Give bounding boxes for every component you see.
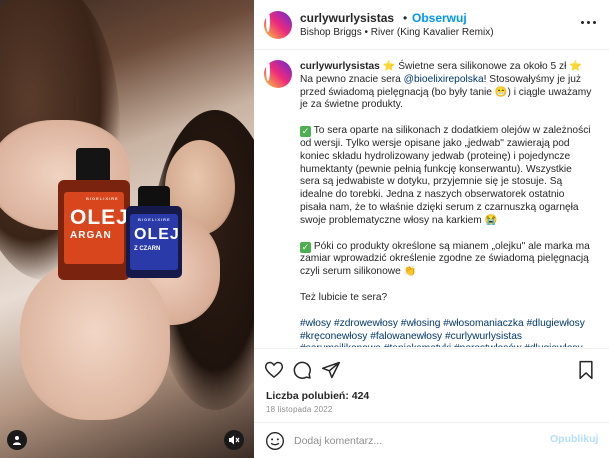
bottle-brand: BIOELIXIRE (138, 217, 171, 222)
check-mark-icon: ✓ (300, 241, 311, 253)
caption-text: Póki co produkty określone są mianem „ol… (300, 240, 590, 278)
post-sidebar: curlywurlysistas • Obserwuj Bishop Brigg… (254, 0, 609, 458)
media-hand (20, 260, 170, 420)
likes-count[interactable]: Liczba polubień: 424 (266, 390, 369, 402)
comment-composer: Opublikuj (254, 422, 609, 457)
separator-dot: • (403, 11, 408, 25)
caption-paragraph: curlywurlysistas ⭐ Świetne sera silikono… (300, 61, 592, 112)
bottle-sub: Z CZARN (134, 246, 161, 252)
caption-paragraph: #włosy #zdrowewłosy #włosing #włosomania… (300, 318, 592, 347)
caption-mention-link[interactable]: @bioelixirepolska (404, 74, 484, 85)
audio-track-link[interactable]: Bishop Briggs • River (King Kavalier Rem… (300, 27, 494, 38)
caption-username[interactable]: curlywurlysistas (300, 61, 380, 72)
post-date[interactable]: 18 listopada 2022 (266, 405, 333, 414)
post-actions: Liczba polubień: 424 18 listopada 2022 O… (254, 348, 609, 456)
emoji-icon[interactable] (264, 430, 286, 452)
share-icon[interactable] (320, 359, 342, 381)
bottle-label: BIOELIXIRE OLEJ Z CZARN (130, 214, 180, 270)
product-bottle-blue: BIOELIXIRE OLEJ Z CZARN (126, 186, 182, 278)
publish-button[interactable]: Opublikuj (550, 433, 598, 445)
bottle-word: OLEJ (134, 226, 180, 243)
caption-text: To sera oparte na silikonach z dodatkiem… (300, 125, 591, 226)
comment-input[interactable] (294, 432, 544, 449)
caption-paragraph: ✓ To sera oparte na silikonach z dodatki… (300, 125, 592, 227)
caption-text: Też lubicie te sera? (300, 291, 388, 303)
heart-icon[interactable] (263, 359, 285, 381)
bottle-cap (76, 148, 110, 184)
bottle-sub: ARGAN (70, 230, 112, 241)
check-mark-icon: ✓ (300, 126, 311, 138)
author-username[interactable]: curlywurlysistas (300, 11, 394, 25)
bottle-word: OLEJ (70, 206, 129, 229)
bottle-brand: BIOELIXIRE (86, 196, 119, 201)
more-options-icon[interactable] (576, 14, 600, 30)
avatar[interactable] (264, 60, 292, 88)
post-caption: curlywurlysistas ⭐ Świetne sera silikono… (300, 61, 592, 347)
audio-muted-icon[interactable] (224, 430, 244, 450)
bottle-label: BIOELIXIRE OLEJ ARGAN (64, 192, 128, 264)
follow-button[interactable]: Obserwuj (412, 11, 467, 25)
caption-paragraph: Też lubicie te sera? (300, 292, 592, 305)
bookmark-icon[interactable] (575, 359, 597, 381)
caption-paragraph: ✓ Póki co produkty określone są mianem „… (300, 241, 592, 279)
comment-icon[interactable] (291, 359, 313, 381)
post-media[interactable]: BIOELIXIRE OLEJ ARGAN BIOELIXIRE OLEJ Z … (0, 0, 254, 458)
caption-area: curlywurlysistas ⭐ Świetne sera silikono… (254, 51, 609, 347)
product-bottle-orange: BIOELIXIRE OLEJ ARGAN (58, 148, 130, 280)
post-header: curlywurlysistas • Obserwuj Bishop Brigg… (254, 0, 609, 50)
avatar[interactable] (264, 11, 292, 39)
user-tag-icon[interactable] (7, 430, 27, 450)
hashtag-links[interactable]: #włosy #zdrowewłosy #włosing #włosomania… (300, 318, 585, 347)
